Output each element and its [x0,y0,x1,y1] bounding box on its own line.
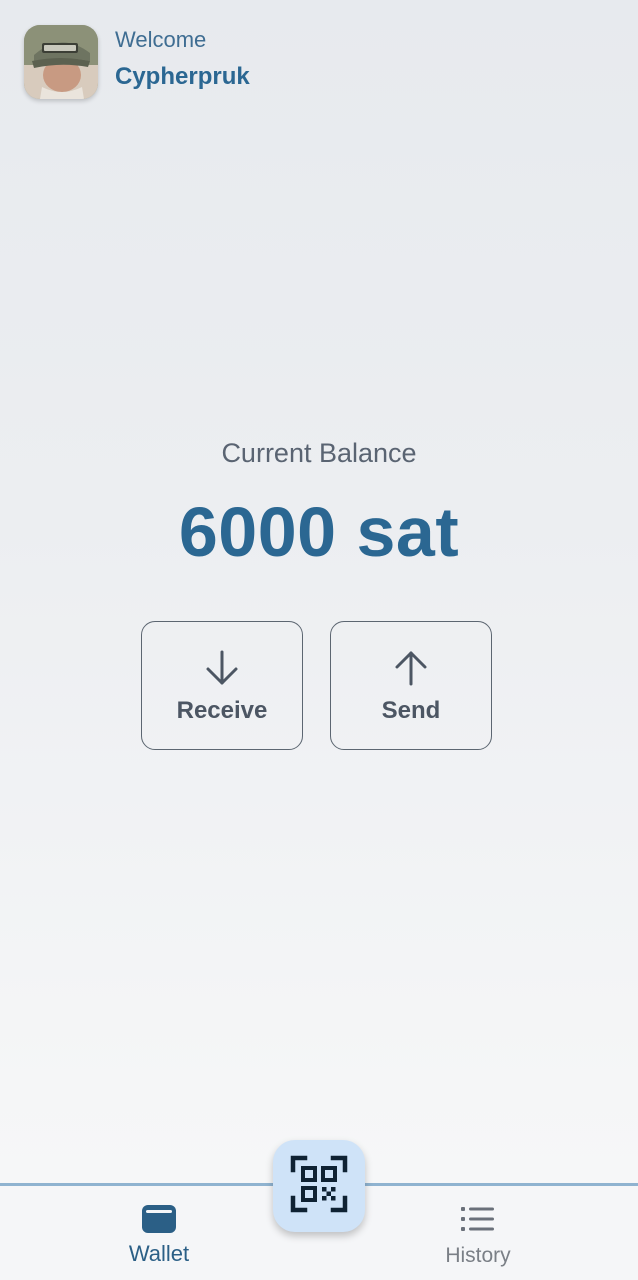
receive-button[interactable]: Receive [141,621,303,750]
tab-wallet[interactable]: Wallet [69,1186,249,1280]
welcome-block: Welcome Cypherpruk [115,27,250,93]
avatar-photo-icon [24,25,98,99]
header: Welcome Cypherpruk [24,24,250,100]
welcome-label: Welcome [115,26,207,52]
balance-value: 6000 sat [178,493,460,571]
list-icon [459,1202,497,1236]
arrow-up-icon [391,648,431,688]
qr-scan-icon [290,1155,348,1218]
send-button[interactable]: Send [330,621,492,750]
tab-history[interactable]: History [388,1186,568,1280]
user-name: Cypherpruk [115,62,250,90]
action-buttons: Receive Send [141,621,492,750]
balance-label: Current Balance [221,438,417,468]
send-label: Send [381,697,441,724]
wallet-icon [140,1202,178,1236]
receive-label: Receive [176,697,268,724]
arrow-down-icon [202,648,242,688]
avatar[interactable] [24,25,98,99]
balance-section: Current Balance 6000 sat [0,432,638,572]
tab-wallet-label: Wallet [128,1241,190,1266]
tab-history-label: History [445,1244,511,1267]
scan-qr-button[interactable] [273,1140,365,1232]
